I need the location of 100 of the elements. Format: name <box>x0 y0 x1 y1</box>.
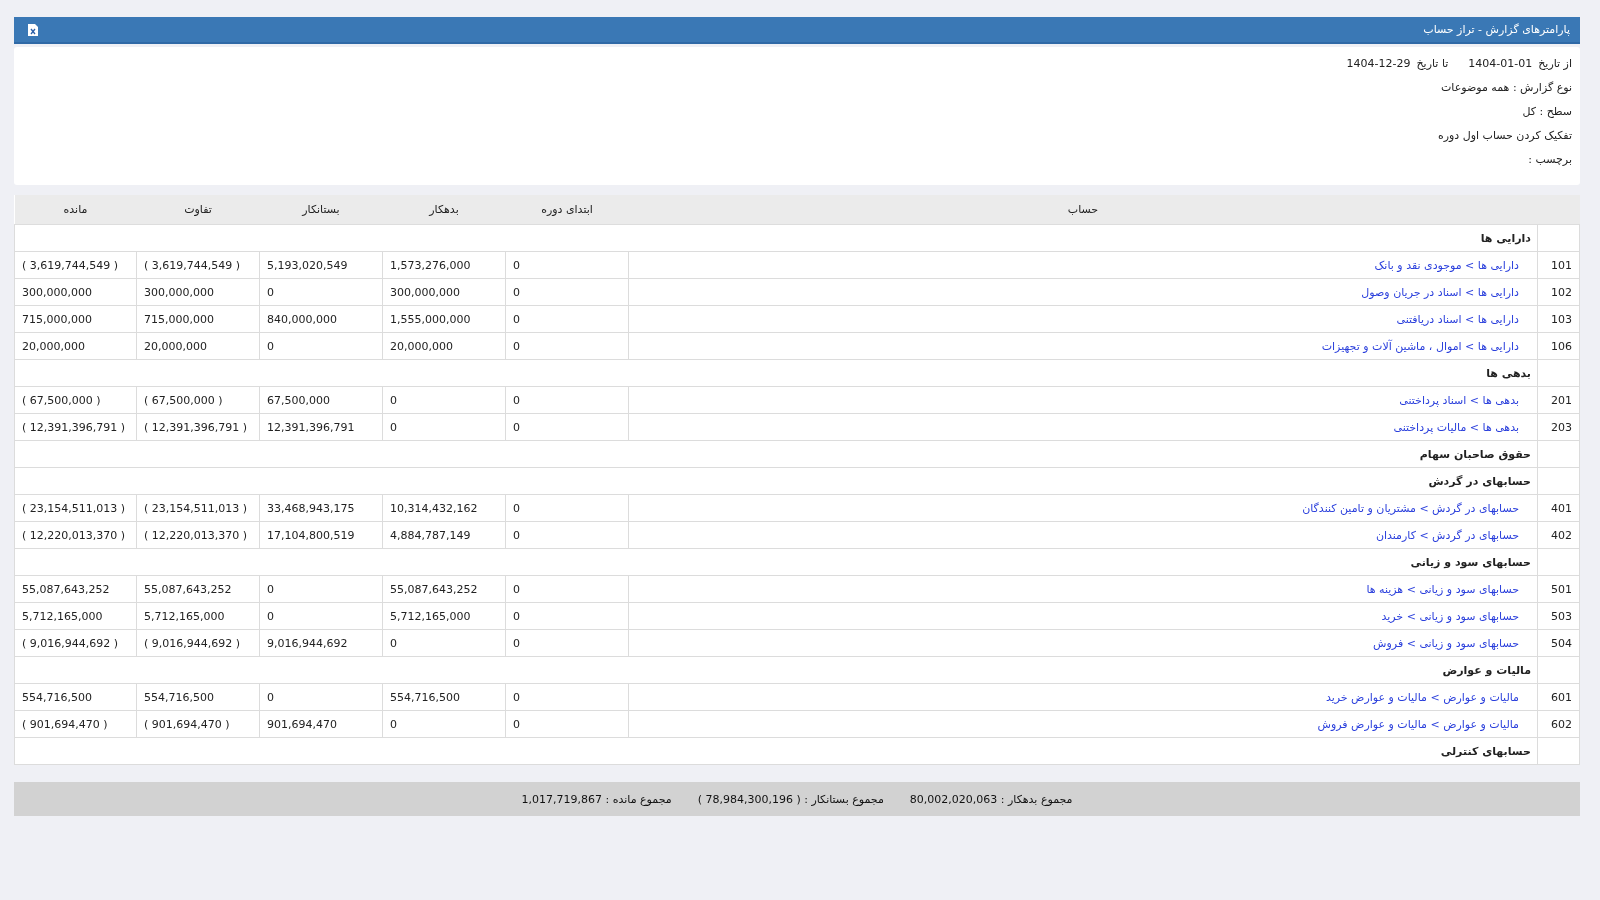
amount: 0 <box>513 690 520 704</box>
column-header: بدهکار <box>429 203 459 216</box>
amount: 554,716,500 <box>390 690 460 704</box>
param-line: تفکیک کردن حساب اول دوره <box>1437 128 1572 142</box>
account-link[interactable]: بدهی ها > مالیات پرداختنی <box>1393 420 1519 434</box>
group-title: حسابهای در گردش <box>1428 474 1531 488</box>
amount: 300,000,000 <box>22 285 92 299</box>
account-code: 102 <box>1551 285 1572 299</box>
amount: 0 <box>267 690 274 704</box>
account-link[interactable]: دارایی ها > اسناد دریافتنی <box>1396 312 1519 326</box>
param-line: نوع گزارش : همه موضوعات <box>1440 80 1572 94</box>
account-link[interactable]: مالیات و عوارض > مالیات و عوارض خرید <box>1325 690 1519 704</box>
account-code: 203 <box>1551 420 1572 434</box>
amount: 4,884,787,149 <box>390 528 471 542</box>
amount: 0 <box>390 636 397 650</box>
amount: 1,555,000,000 <box>390 312 471 326</box>
param-value: 1404-12-29 <box>1346 56 1411 70</box>
amount: 5,712,165,000 <box>390 609 471 623</box>
group-title: بدهی ها <box>1486 366 1531 380</box>
amount: 0 <box>513 609 520 623</box>
amount: 0 <box>267 339 274 353</box>
amount: 554,716,500 <box>144 690 214 704</box>
amount: 33,468,943,175 <box>267 501 355 515</box>
group-title: دارایی ها <box>1480 231 1531 245</box>
amount: ( 3,619,744,549 ) <box>22 258 119 272</box>
amount: 0 <box>390 717 397 731</box>
account-link[interactable]: حسابهای سود و زیانی > هزینه ها <box>1366 582 1519 596</box>
amount: 9,016,944,692 <box>267 636 348 650</box>
account-link[interactable]: دارایی ها > موجودی نقد و بانک <box>1374 258 1519 272</box>
amount: ( 12,220,013,370 ) <box>144 528 248 542</box>
column-header: تفاوت <box>184 203 212 216</box>
amount: 5,193,020,549 <box>267 258 348 272</box>
panel-title: پارامترهای گزارش - تراز حساب <box>1423 23 1570 36</box>
amount: ( 9,016,944,692 ) <box>144 636 241 650</box>
account-link[interactable]: بدهی ها > اسناد پرداختنی <box>1399 393 1519 407</box>
amount: ( 3,619,744,549 ) <box>144 258 241 272</box>
amount: 0 <box>513 258 520 272</box>
account-link[interactable]: حسابهای در گردش > کارمندان <box>1375 528 1519 542</box>
amount: 0 <box>513 582 520 596</box>
group-title: حسابهای کنترلی <box>1440 744 1531 758</box>
amount: 0 <box>513 420 520 434</box>
column-header: بستانکار <box>302 203 340 216</box>
account-code: 101 <box>1551 258 1572 272</box>
amount: ( 9,016,944,692 ) <box>22 636 119 650</box>
amount: 0 <box>267 285 274 299</box>
amount: ( 23,154,511,013 ) <box>22 501 126 515</box>
account-code: 602 <box>1551 717 1572 731</box>
amount: 0 <box>267 582 274 596</box>
account-code: 601 <box>1551 690 1572 704</box>
param-label: تا تاریخ <box>1416 56 1449 70</box>
group-title: حقوق صاحبان سهام <box>1419 447 1531 461</box>
account-link[interactable]: دارایی ها > اسناد در جریان وصول <box>1361 285 1519 299</box>
amount: 0 <box>390 420 397 434</box>
param-line: سطح : کل <box>1522 104 1572 118</box>
amount: 901,694,470 <box>267 717 337 731</box>
group-title: مالیات و عوارض <box>1442 663 1531 677</box>
amount: 20,000,000 <box>22 339 85 353</box>
account-link[interactable]: حسابهای در گردش > مشتریان و تامین کنندگان <box>1302 501 1519 515</box>
group-title: حسابهای سود و زیانی <box>1410 555 1531 569</box>
amount: 0 <box>513 393 520 407</box>
amount: 554,716,500 <box>22 690 92 704</box>
amount: 55,087,643,252 <box>144 582 232 596</box>
amount: 20,000,000 <box>144 339 207 353</box>
param-line: برچسب : <box>1528 152 1572 166</box>
account-code: 103 <box>1551 312 1572 326</box>
total-text: مجموع بستانکار : ( 78,984,300,196 ) <box>697 792 884 806</box>
amount: 12,391,396,791 <box>267 420 355 434</box>
amount: 0 <box>513 528 520 542</box>
amount: ( 67,500,000 ) <box>22 393 101 407</box>
amount: 715,000,000 <box>22 312 92 326</box>
amount: 67,500,000 <box>267 393 330 407</box>
amount: 715,000,000 <box>144 312 214 326</box>
account-code: 504 <box>1551 636 1572 650</box>
amount: ( 67,500,000 ) <box>144 393 223 407</box>
column-header: مانده <box>63 203 88 216</box>
amount: 0 <box>513 717 520 731</box>
excel-file-icon[interactable] <box>28 23 38 36</box>
column-header: ابتدای دوره <box>541 203 593 216</box>
account-code: 501 <box>1551 582 1572 596</box>
total-text: مجموع بدهکار : 80,002,020,063 <box>909 792 1073 806</box>
account-link[interactable]: حسابهای سود و زیانی > فروش <box>1373 636 1519 650</box>
account-link[interactable]: مالیات و عوارض > مالیات و عوارض فروش <box>1317 717 1519 731</box>
total-text: مجموع مانده : 1,017,719,867 <box>521 792 672 806</box>
amount: 0 <box>267 609 274 623</box>
amount: ( 12,391,396,791 ) <box>144 420 248 434</box>
amount: 0 <box>390 393 397 407</box>
amount: 0 <box>513 501 520 515</box>
amount: ( 901,694,470 ) <box>144 717 230 731</box>
amount: ( 901,694,470 ) <box>22 717 108 731</box>
account-code: 401 <box>1551 501 1572 515</box>
account-code: 106 <box>1551 339 1572 353</box>
amount: 1,573,276,000 <box>390 258 471 272</box>
amount: 5,712,165,000 <box>22 609 103 623</box>
amount: 10,314,432,162 <box>390 501 478 515</box>
amount: 0 <box>513 285 520 299</box>
account-code: 402 <box>1551 528 1572 542</box>
amount: 300,000,000 <box>144 285 214 299</box>
account-link[interactable]: حسابهای سود و زیانی > خرید <box>1381 609 1519 623</box>
account-link[interactable]: دارایی ها > اموال ، ماشین آلات و تجهیزات <box>1321 339 1519 353</box>
amount: ( 12,220,013,370 ) <box>22 528 126 542</box>
